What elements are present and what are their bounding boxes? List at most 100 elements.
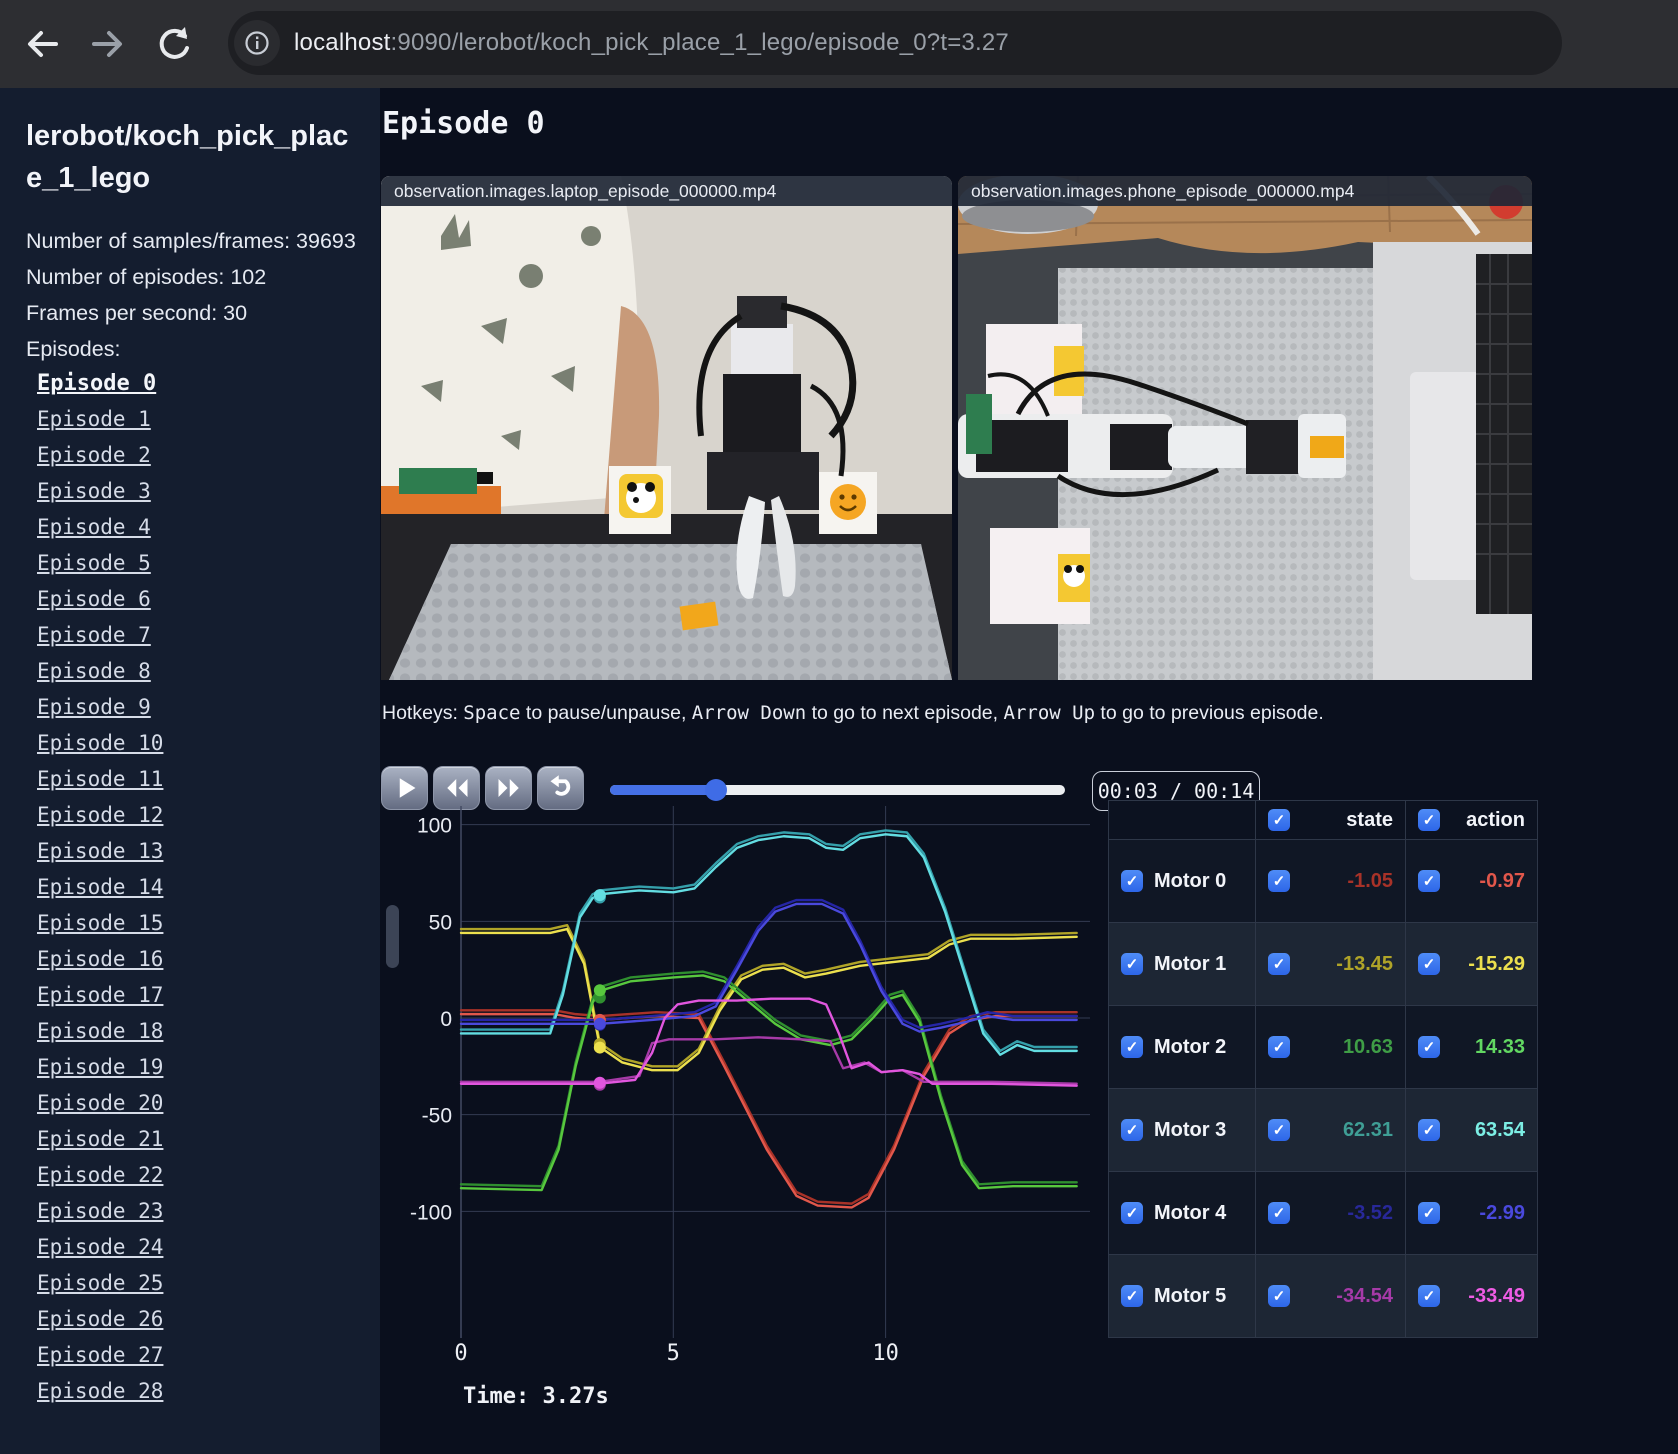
motor-action-value: -0.97: [1479, 869, 1525, 892]
url-text: localhost:9090/lerobot/koch_pick_place_1…: [294, 29, 1009, 57]
episode-link[interactable]: Episode 12: [37, 803, 163, 827]
episode-link[interactable]: Episode 25: [37, 1271, 163, 1295]
checkbox[interactable]: ✓: [1418, 1202, 1440, 1224]
checkbox[interactable]: ✓: [1268, 1285, 1290, 1307]
episode-link[interactable]: Episode 6: [37, 587, 151, 611]
lerobot-dataset-visualizer: localhost:9090/lerobot/koch_pick_place_1…: [0, 0, 1678, 1454]
checkbox[interactable]: ✓: [1418, 809, 1440, 831]
episode-link[interactable]: Episode 28: [37, 1379, 163, 1403]
episode-link[interactable]: Episode 5: [37, 551, 151, 575]
motor-state-value: 62.31: [1342, 1118, 1393, 1141]
checkbox[interactable]: ✓: [1418, 1285, 1440, 1307]
url-path: :9090/lerobot/koch_pick_place_1_lego/epi…: [390, 29, 1009, 56]
episode-link[interactable]: Episode 20: [37, 1091, 163, 1115]
svg-text:10: 10: [872, 1341, 899, 1366]
checkbox[interactable]: ✓: [1121, 1202, 1143, 1224]
seek-slider[interactable]: [610, 779, 1065, 801]
rewind-icon: [446, 779, 467, 797]
video-laptop[interactable]: observation.images.laptop_episode_000000…: [381, 176, 952, 680]
play-icon: [399, 778, 415, 798]
video-phone-frame: [958, 176, 1532, 680]
svg-text:50: 50: [429, 911, 452, 934]
episode-link[interactable]: Episode 10: [37, 731, 163, 755]
motor-action-value: -15.29: [1468, 952, 1525, 975]
episode-link[interactable]: Episode 24: [37, 1235, 163, 1259]
seek-slider-thumb[interactable]: [705, 779, 727, 801]
hotkey-space: Space: [463, 702, 521, 724]
reload-icon[interactable]: [150, 20, 198, 68]
checkbox[interactable]: ✓: [1268, 1036, 1290, 1058]
seek-slider-fill: [610, 785, 716, 795]
checkbox[interactable]: ✓: [1268, 870, 1290, 892]
episode-link[interactable]: Episode 9: [37, 695, 151, 719]
checkbox[interactable]: ✓: [1268, 1202, 1290, 1224]
motor-row: ✓ Motor 5 ✓ -34.54 ✓ -33.49: [1108, 1254, 1538, 1338]
episode-link[interactable]: Episode 11: [37, 767, 163, 791]
episode-link[interactable]: Episode 1: [37, 407, 151, 431]
episode-link[interactable]: Episode 7: [37, 623, 151, 647]
checkbox[interactable]: ✓: [1268, 809, 1290, 831]
url-bar[interactable]: localhost:9090/lerobot/koch_pick_place_1…: [228, 11, 1562, 75]
checkbox[interactable]: ✓: [1268, 953, 1290, 975]
checkbox[interactable]: ✓: [1418, 1119, 1440, 1141]
episode-link[interactable]: Episode 27: [37, 1343, 163, 1367]
site-info-icon[interactable]: [234, 20, 280, 66]
episode-link[interactable]: Episode 13: [37, 839, 163, 863]
episode-link[interactable]: Episode 17: [37, 983, 163, 1007]
episode-link[interactable]: Episode 23: [37, 1199, 163, 1223]
episode-link[interactable]: Episode 22: [37, 1163, 163, 1187]
episode-link[interactable]: Episode 0: [37, 371, 156, 396]
video-phone-caption: observation.images.phone_episode_000000.…: [958, 176, 1532, 206]
checkbox[interactable]: ✓: [1418, 953, 1440, 975]
checkbox[interactable]: ✓: [1121, 1036, 1143, 1058]
video-phone[interactable]: observation.images.phone_episode_000000.…: [958, 176, 1532, 680]
checkbox[interactable]: ✓: [1121, 1285, 1143, 1307]
forward-icon[interactable]: [84, 20, 132, 68]
checkbox[interactable]: ✓: [1121, 1119, 1143, 1141]
episode-link[interactable]: Episode 15: [37, 911, 163, 935]
motor-state-value: -3.52: [1347, 1201, 1393, 1224]
episode-link[interactable]: Episode 3: [37, 479, 151, 503]
motor-action-value: -33.49: [1468, 1284, 1525, 1307]
motor-action-value: -2.99: [1479, 1201, 1525, 1224]
episode-link[interactable]: Episode 26: [37, 1307, 163, 1331]
svg-text:-50: -50: [422, 1105, 452, 1128]
motor-label: Motor 3: [1154, 1118, 1227, 1141]
episode-link[interactable]: Episode 4: [37, 515, 151, 539]
episode-link[interactable]: Episode 14: [37, 875, 163, 899]
page-title: Episode 0: [382, 106, 545, 141]
motor-row: ✓ Motor 0 ✓ -1.05 ✓ -0.97: [1108, 839, 1538, 923]
svg-text:5: 5: [667, 1341, 680, 1366]
motor-table: ✓ state ✓ action ✓ Motor 0 ✓ -1.05 ✓ -0.97 ✓ Motor…: [1108, 800, 1538, 1338]
back-icon[interactable]: [18, 20, 66, 68]
video-laptop-frame: [381, 176, 952, 680]
checkbox[interactable]: ✓: [1268, 1119, 1290, 1141]
checkbox[interactable]: ✓: [1418, 1036, 1440, 1058]
episode-link[interactable]: Episode 8: [37, 659, 151, 683]
motor-row: ✓ Motor 2 ✓ 10.63 ✓ 14.33: [1108, 1005, 1538, 1089]
episode-link[interactable]: Episode 21: [37, 1127, 163, 1151]
episode-link[interactable]: Episode 2: [37, 443, 151, 467]
motor-action-value: 14.33: [1474, 1035, 1525, 1058]
svg-text:-100: -100: [410, 1201, 452, 1224]
main-content: Episode 0 observation.images.laptop_epis…: [380, 88, 1678, 1454]
column-header-state: state: [1346, 808, 1393, 831]
episode-link[interactable]: Episode 16: [37, 947, 163, 971]
checkbox[interactable]: ✓: [1121, 870, 1143, 892]
motor-state-value: 10.63: [1342, 1035, 1393, 1058]
loop-icon: [550, 775, 570, 796]
motor-state-value: -1.05: [1347, 869, 1393, 892]
checkbox[interactable]: ✓: [1418, 870, 1440, 892]
svg-text:100: 100: [417, 815, 452, 838]
motor-row: ✓ Motor 1 ✓ -13.45 ✓ -15.29: [1108, 922, 1538, 1006]
video-laptop-caption: observation.images.laptop_episode_000000…: [381, 176, 952, 206]
checkbox[interactable]: ✓: [1121, 953, 1143, 975]
episode-link[interactable]: Episode 19: [37, 1055, 163, 1079]
episode-link[interactable]: Episode 18: [37, 1019, 163, 1043]
episodes-label: Episodes:: [26, 337, 121, 361]
browser-toolbar: localhost:9090/lerobot/koch_pick_place_1…: [0, 0, 1678, 88]
motor-chart: 100 50 0 -50 -100 0 5 10: [380, 800, 1092, 1400]
motor-row: ✓ Motor 3 ✓ 62.31 ✓ 63.54: [1108, 1088, 1538, 1172]
chart-time-label: Time: 3.27s: [463, 1384, 609, 1409]
motor-label: Motor 5: [1154, 1284, 1227, 1307]
